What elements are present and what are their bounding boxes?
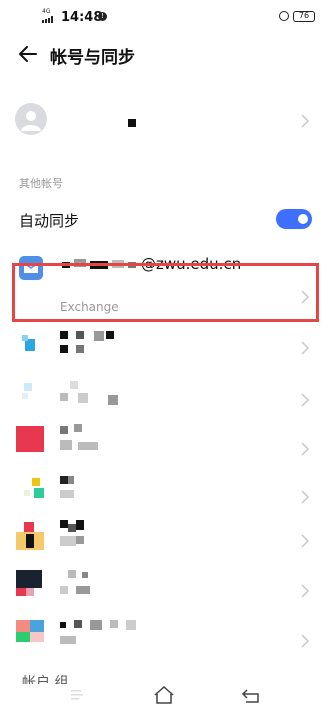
account-row[interactable] — [0, 566, 330, 616]
signal-icon — [42, 16, 56, 23]
chevron-right-icon — [301, 341, 310, 355]
status-bar: 4G 14:48 ! 76 — [0, 0, 330, 34]
account-row[interactable] — [0, 472, 330, 522]
chevron-right-icon — [301, 490, 310, 504]
system-nav-bar — [0, 670, 330, 715]
chevron-right-icon — [301, 634, 310, 648]
battery-icon: 76 — [293, 11, 315, 22]
account-name-redacted — [60, 570, 110, 596]
clock: 14:48 — [61, 10, 103, 25]
app-icon — [22, 383, 34, 401]
account-row[interactable] — [0, 424, 330, 474]
chevron-right-icon — [301, 584, 310, 598]
network-type: 4G — [42, 8, 51, 15]
profile-row[interactable] — [0, 95, 330, 145]
toggle-knob — [298, 214, 308, 224]
app-icon — [16, 620, 44, 642]
auto-sync-toggle[interactable] — [276, 209, 312, 229]
app-icon — [16, 522, 44, 550]
notification-icon: ! — [98, 12, 107, 21]
account-name-redacted — [60, 620, 150, 646]
account-row[interactable] — [0, 375, 330, 425]
alarm-icon — [279, 11, 289, 21]
chevron-right-icon — [301, 442, 310, 456]
menu-nav-icon[interactable] — [70, 688, 84, 702]
account-row[interactable] — [0, 323, 330, 373]
profile-name-redacted — [128, 119, 136, 127]
app-icon — [16, 570, 42, 596]
person-icon — [21, 111, 41, 131]
account-name-redacted — [60, 476, 100, 500]
account-name-redacted — [60, 520, 100, 548]
home-nav-icon[interactable] — [152, 685, 176, 705]
chevron-right-icon — [301, 114, 310, 128]
app-icon — [22, 476, 44, 498]
app-icon — [16, 426, 44, 452]
back-nav-icon[interactable] — [240, 686, 262, 704]
chevron-right-icon — [301, 534, 310, 548]
back-arrow-icon[interactable] — [16, 42, 40, 66]
auto-sync-label: 自动同步 — [19, 212, 80, 230]
title-bar: 帐号与同步 — [0, 34, 330, 74]
section-label-other-accounts: 其他帐号 — [19, 177, 63, 190]
avatar — [15, 103, 47, 135]
chevron-right-icon — [301, 393, 310, 407]
account-row[interactable] — [0, 616, 330, 666]
account-name-redacted — [60, 424, 110, 454]
app-icon — [22, 335, 35, 351]
highlight-box — [12, 263, 319, 322]
account-row[interactable] — [0, 516, 330, 566]
page-title: 帐号与同步 — [50, 48, 135, 68]
account-name-redacted — [60, 381, 130, 413]
account-name-redacted — [60, 331, 120, 353]
